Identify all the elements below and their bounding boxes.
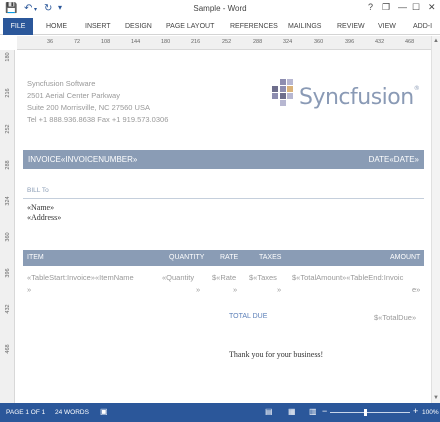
amount-merge-field: $«TotalAmount»«TableEnd:Invoic <box>292 273 404 282</box>
ruler-mark: 432 <box>375 39 385 45</box>
scroll-down-icon[interactable]: ▼ <box>433 395 439 401</box>
item-merge-field-end: » <box>27 285 32 294</box>
ruler-mark: 72 <box>74 39 81 45</box>
horizontal-ruler[interactable]: 36 72 108 144 180 216 252 288 324 360 39… <box>17 36 432 50</box>
tab-page-layout[interactable]: PAGE LAYOUT <box>166 18 214 35</box>
ruler-mark: 144 <box>131 39 141 45</box>
web-layout-icon[interactable]: ▥ <box>309 407 317 416</box>
company-name: Syncfusion Software <box>27 79 96 88</box>
ruler-mark: 288 <box>5 160 11 170</box>
total-due-label: TOTAL DUE <box>229 313 268 320</box>
tab-file[interactable]: FILE <box>3 18 33 35</box>
ruler-mark: 216 <box>191 39 201 45</box>
company-street: 2501 Aerial Center Parkway <box>27 91 120 100</box>
zoom-in-button[interactable]: + <box>413 406 418 416</box>
zoom-slider-thumb[interactable] <box>364 409 367 416</box>
ruler-mark: 252 <box>5 124 11 134</box>
logo-wordmark: Syncfusion® <box>299 85 420 110</box>
ruler-mark: 396 <box>345 39 355 45</box>
document-page[interactable]: Syncfusion Software 2501 Aerial Center P… <box>17 51 430 403</box>
amount-merge-field-end: e» <box>412 285 421 294</box>
ruler-mark: 288 <box>253 39 263 45</box>
invoice-date-field: DATE«DATE» <box>368 155 419 164</box>
company-phone: Tel +1 888.936.8638 Fax +1 919.573.0306 <box>27 115 169 124</box>
zoom-level[interactable]: 100% <box>422 409 439 416</box>
taxes-merge-field: $«Taxes <box>249 273 277 282</box>
divider <box>23 198 424 199</box>
window-title: Sample - Word <box>193 4 247 13</box>
vertical-ruler[interactable]: 180 216 252 288 324 360 396 432 468 <box>0 50 15 403</box>
quantity-merge-field: «Quantity <box>162 273 195 282</box>
rate-merge-field: $«Rate <box>212 273 237 282</box>
rate-merge-field-end: » <box>233 285 238 294</box>
column-header-amount: AMOUNT <box>390 254 421 261</box>
column-header-quantity: QUANTITY <box>169 254 205 261</box>
tab-references[interactable]: REFERENCES <box>230 18 278 35</box>
ruler-mark: 324 <box>283 39 293 45</box>
ruler-mark: 468 <box>405 39 415 45</box>
word-count[interactable]: 24 WORDS <box>55 409 89 416</box>
page-count[interactable]: PAGE 1 OF 1 <box>6 409 45 416</box>
tab-home[interactable]: HOME <box>46 18 67 35</box>
ruler-mark: 180 <box>5 52 11 62</box>
ribbon-tabs: FILE HOME INSERT DESIGN PAGE LAYOUT REFE… <box>0 18 440 35</box>
scroll-up-icon[interactable]: ▲ <box>433 38 439 44</box>
column-header-taxes: TAXES <box>259 254 282 261</box>
bill-to-label: BILL To <box>27 187 49 194</box>
title-bar: 💾 ↶ ▾ ↻ ▾ Sample - Word ? ❐ — ☐ ✕ <box>0 0 440 18</box>
company-city: Suite 200 Morrisville, NC 27560 USA <box>27 103 150 112</box>
close-button[interactable]: ✕ <box>428 2 436 13</box>
minimize-button[interactable]: — <box>398 2 407 12</box>
item-merge-field: «TableStart:Invoice»«ItemName <box>27 273 134 282</box>
tab-mailings[interactable]: MAILINGS <box>288 18 321 35</box>
zoom-slider[interactable] <box>330 412 410 413</box>
ruler-mark: 108 <box>101 39 111 45</box>
tab-insert[interactable]: INSERT <box>85 18 111 35</box>
address-field: «Address» <box>27 213 62 222</box>
ruler-mark: 252 <box>222 39 232 45</box>
ruler-mark: 324 <box>5 196 11 206</box>
maximize-button[interactable]: ☐ <box>412 2 420 13</box>
name-field: «Name» <box>27 203 55 212</box>
tab-design[interactable]: DESIGN <box>125 18 152 35</box>
total-due-field: $«TotalDue» <box>374 313 417 322</box>
thank-you-text: Thank you for your business! <box>229 350 324 359</box>
taxes-merge-field-end: » <box>277 285 282 294</box>
ruler-mark: 468 <box>5 344 11 354</box>
help-button[interactable]: ? <box>368 2 373 12</box>
invoice-number-field: INVOICE«INVOICENUMBER» <box>28 155 138 164</box>
quantity-merge-field-end: » <box>196 285 201 294</box>
ruler-mark: 360 <box>314 39 324 45</box>
ruler-mark: 432 <box>5 304 11 314</box>
status-bar: PAGE 1 OF 1 24 WORDS ▣ ▤ ▦ ▥ − + 100% <box>0 403 440 422</box>
ruler-mark: 360 <box>5 232 11 242</box>
ruler-mark: 180 <box>161 39 171 45</box>
proofing-icon[interactable]: ▣ <box>100 407 108 416</box>
column-header-item: ITEM <box>27 254 44 261</box>
ribbon-display-button[interactable]: ❐ <box>382 2 390 13</box>
items-table-header: ITEM QUANTITY RATE TAXES AMOUNT <box>23 250 424 266</box>
zoom-out-button[interactable]: − <box>322 406 327 416</box>
ruler-mark: 396 <box>5 268 11 278</box>
tab-add-ins[interactable]: ADD-I <box>413 18 432 35</box>
column-header-rate: RATE <box>220 254 239 261</box>
tab-review[interactable]: REVIEW <box>337 18 365 35</box>
ruler-mark: 36 <box>47 39 54 45</box>
vertical-scrollbar[interactable]: ▲ ▼ <box>431 36 440 403</box>
ruler-mark: 216 <box>5 88 11 98</box>
invoice-header-band: INVOICE«INVOICENUMBER» DATE«DATE» <box>23 150 424 169</box>
print-layout-icon[interactable]: ▦ <box>288 407 296 416</box>
read-mode-icon[interactable]: ▤ <box>265 407 273 416</box>
tab-view[interactable]: VIEW <box>378 18 396 35</box>
